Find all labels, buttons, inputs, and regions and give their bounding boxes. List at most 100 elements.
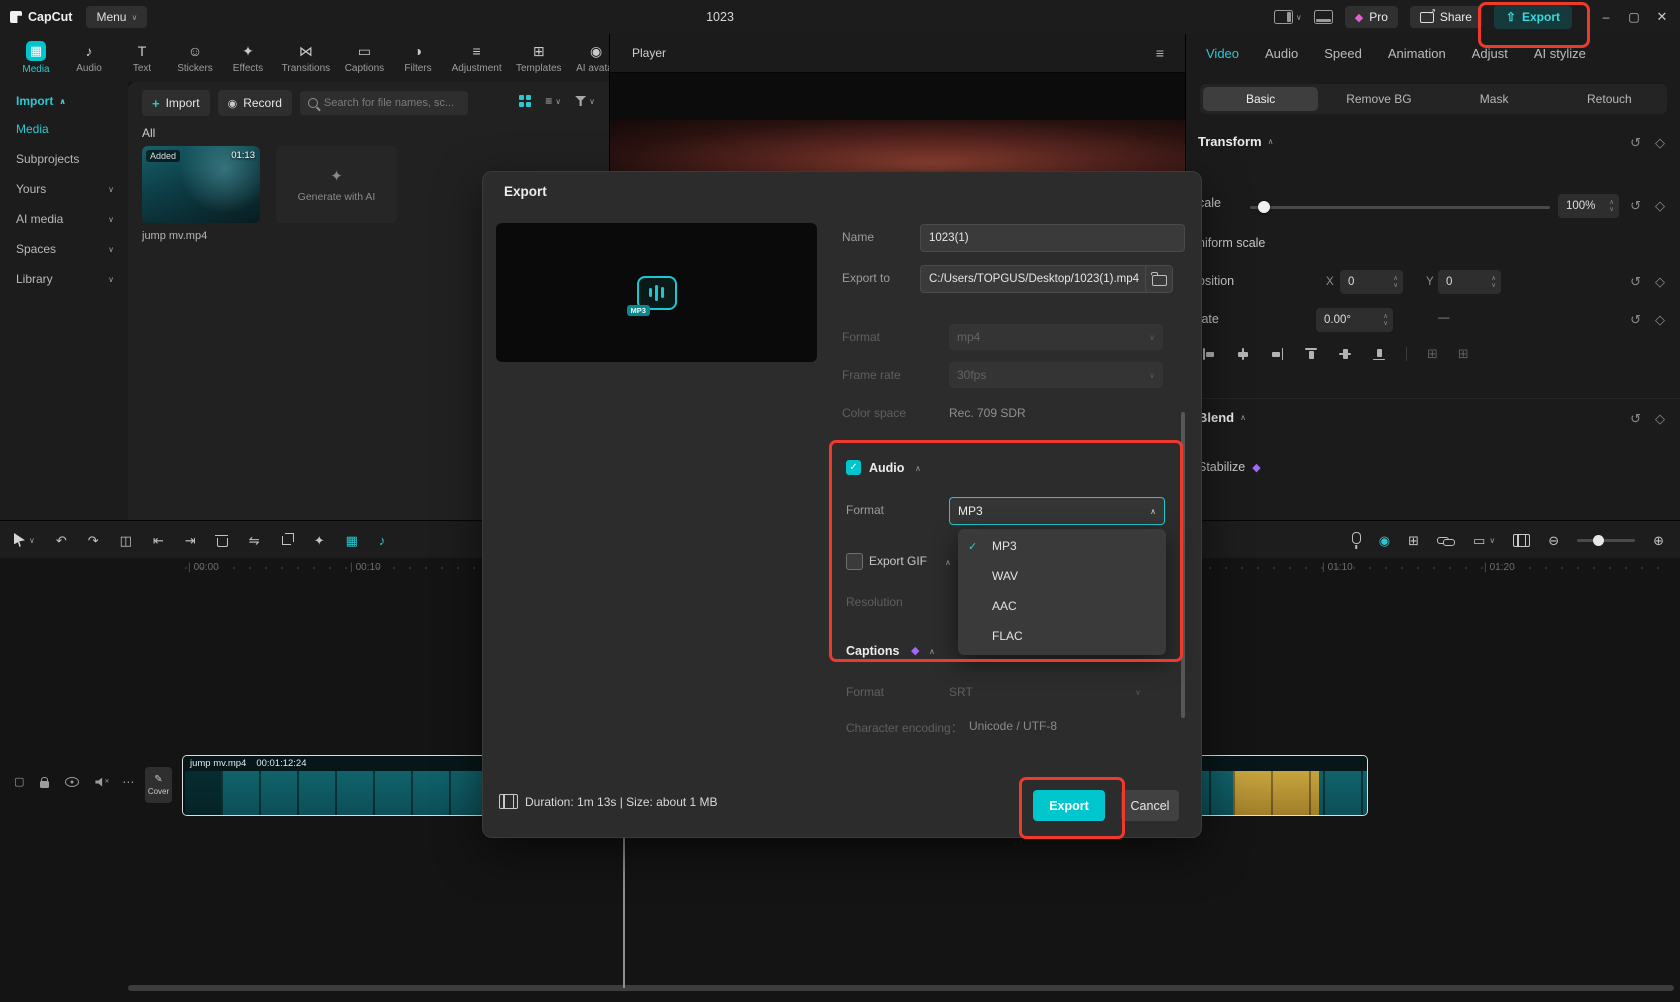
sort-dropdown[interactable]: ≡ ∨: [545, 94, 561, 108]
select-tool[interactable]: ∨: [14, 533, 35, 547]
zoom-out-icon[interactable]: ⊖: [1548, 534, 1559, 547]
position-keyframe-icon[interactable]: ◇: [1655, 274, 1665, 290]
preview-grid-icon[interactable]: ⊞: [1408, 534, 1419, 547]
transform-reset-icon[interactable]: ↺: [1630, 135, 1641, 151]
ribbon-filters[interactable]: ◑Filters: [394, 42, 442, 74]
delete-icon[interactable]: [217, 538, 228, 547]
freeze-frame-icon[interactable]: ▦: [346, 534, 358, 547]
ribbon-transitions[interactable]: ⋈Transitions: [277, 42, 335, 74]
maximize-button[interactable]: ▢: [1626, 10, 1642, 24]
link-icon[interactable]: [1437, 537, 1449, 544]
subtab-basic[interactable]: Basic: [1203, 87, 1318, 111]
canvas-ratio-dropdown[interactable]: ▭∨: [1473, 534, 1495, 547]
voice-enhance-icon[interactable]: ◉: [1379, 534, 1390, 547]
format-select[interactable]: mp4 ∨: [949, 324, 1163, 350]
sidebar-item-subprojects[interactable]: Subprojects: [0, 144, 128, 174]
scale-slider[interactable]: [1250, 206, 1550, 209]
audio-checkbox[interactable]: ✓: [846, 460, 861, 475]
framerate-select[interactable]: 30fps ∨: [949, 362, 1163, 388]
chevron-up-icon[interactable]: ∧: [945, 558, 951, 567]
scale-reset-icon[interactable]: ↺: [1630, 198, 1641, 214]
share-button[interactable]: Share: [1410, 6, 1482, 28]
subtab-retouch[interactable]: Retouch: [1552, 84, 1667, 114]
ribbon-audio[interactable]: ♪Audio: [65, 42, 113, 74]
menu-button[interactable]: Menu ∨: [86, 6, 147, 28]
ribbon-text[interactable]: TText: [118, 42, 166, 74]
export-path-input[interactable]: C:/Users/TOPGUS/Desktop/1023(1).mp4: [920, 265, 1150, 293]
crop-icon[interactable]: [281, 534, 293, 546]
blend-keyframe-icon[interactable]: ◇: [1655, 411, 1665, 427]
sidebar-item-library[interactable]: Library∨: [0, 264, 128, 294]
scale-keyframe-icon[interactable]: ◇: [1655, 198, 1665, 214]
tab-video[interactable]: Video: [1206, 46, 1239, 61]
hide-track-icon[interactable]: [65, 777, 79, 787]
trim-left-icon[interactable]: ⇤: [153, 534, 164, 547]
pro-badge[interactable]: ◆ Pro: [1345, 6, 1398, 28]
tab-speed[interactable]: Speed: [1324, 46, 1362, 61]
minimize-button[interactable]: –: [1598, 10, 1614, 24]
name-input[interactable]: 1023(1): [920, 224, 1185, 252]
trim-right-icon[interactable]: ⇥: [185, 534, 196, 547]
chevron-up-icon[interactable]: ∧: [929, 647, 935, 656]
scale-slider-knob[interactable]: [1258, 201, 1270, 213]
split-icon[interactable]: ◫: [120, 534, 132, 547]
stepper-arrows[interactable]: ∧∨: [1609, 199, 1614, 213]
import-button[interactable]: + Import: [142, 90, 210, 116]
position-y-stepper[interactable]: 0 ∧∨: [1438, 270, 1501, 294]
tab-audio[interactable]: Audio: [1265, 46, 1298, 61]
cancel-button[interactable]: Cancel: [1121, 790, 1179, 821]
sidebar-item-spaces[interactable]: Spaces∨: [0, 234, 128, 264]
mirror-icon[interactable]: ⇋: [249, 534, 260, 547]
ribbon-adjustment[interactable]: ≡Adjustment: [447, 42, 506, 74]
rotate-dial-icon[interactable]: —: [1438, 312, 1450, 324]
blend-section-header[interactable]: Blend ∧: [1198, 410, 1246, 425]
align-center-horizontal-icon[interactable]: [1236, 347, 1250, 361]
dropdown-option-flac[interactable]: FLAC: [958, 621, 1166, 651]
position-x-stepper[interactable]: 0 ∧∨: [1340, 270, 1403, 294]
dropdown-option-aac[interactable]: AAC: [958, 591, 1166, 621]
export-gif-checkbox[interactable]: [846, 553, 863, 570]
distribute-vertical-icon[interactable]: ⊞: [1458, 346, 1469, 362]
filter-dropdown[interactable]: ∨: [575, 96, 595, 106]
timeline-zoom-slider[interactable]: [1577, 539, 1635, 542]
smart-edit-icon[interactable]: ✦: [314, 534, 325, 547]
search-input[interactable]: Search for file names, sc...: [300, 91, 468, 115]
extract-audio-icon[interactable]: ♪: [379, 534, 386, 547]
align-left-icon[interactable]: [1202, 347, 1216, 361]
cover-button[interactable]: ✎ Cover: [145, 767, 172, 803]
sidebar-import-header[interactable]: Import ∧: [0, 82, 128, 114]
media-section-all[interactable]: All: [142, 126, 155, 140]
tab-ai-stylize[interactable]: AI stylize: [1534, 46, 1586, 61]
stepper-arrows[interactable]: ∧∨: [1491, 275, 1496, 289]
mic-icon[interactable]: [1352, 532, 1361, 544]
layout-toggle[interactable]: ∨: [1274, 10, 1302, 24]
sidebar-item-yours[interactable]: Yours∨: [0, 174, 128, 204]
zoom-in-icon[interactable]: ⊕: [1653, 534, 1664, 547]
dropdown-option-mp3[interactable]: ✓ MP3: [958, 531, 1166, 561]
align-bottom-icon[interactable]: [1372, 347, 1386, 361]
stepper-arrows[interactable]: ∧∨: [1393, 275, 1398, 289]
distribute-horizontal-icon[interactable]: ⊞: [1427, 346, 1438, 362]
undo-icon[interactable]: ↶: [56, 534, 67, 547]
stabilize-row[interactable]: Stabilize ◆: [1198, 460, 1261, 474]
horizontal-scrollbar[interactable]: [128, 985, 1674, 991]
grid-view-icon[interactable]: [519, 95, 531, 107]
redo-icon[interactable]: ↷: [88, 534, 99, 547]
ribbon-stickers[interactable]: ☺Stickers: [171, 42, 219, 74]
generate-with-ai-tile[interactable]: ✦ Generate with AI: [276, 146, 397, 223]
ribbon-effects[interactable]: ✦Effects: [224, 42, 272, 74]
position-reset-icon[interactable]: ↺: [1630, 274, 1641, 290]
ribbon-templates[interactable]: ⊞Templates: [511, 42, 566, 74]
lock-track-icon[interactable]: [40, 781, 49, 788]
transform-keyframe-icon[interactable]: ◇: [1655, 135, 1665, 151]
transform-section-header[interactable]: Transform ∧: [1198, 134, 1273, 149]
media-clip-thumbnail[interactable]: Added 01:13: [142, 146, 260, 223]
stepper-arrows[interactable]: ∧∨: [1383, 313, 1388, 327]
more-options-icon[interactable]: ⋯: [122, 776, 134, 788]
record-button[interactable]: ◉ Record: [218, 90, 292, 116]
dropdown-option-wav[interactable]: WAV: [958, 561, 1166, 591]
film-frame-icon[interactable]: [1513, 534, 1530, 547]
player-layout-icon[interactable]: [1314, 10, 1333, 24]
sidebar-item-media[interactable]: Media: [0, 114, 128, 144]
align-right-icon[interactable]: [1270, 347, 1284, 361]
